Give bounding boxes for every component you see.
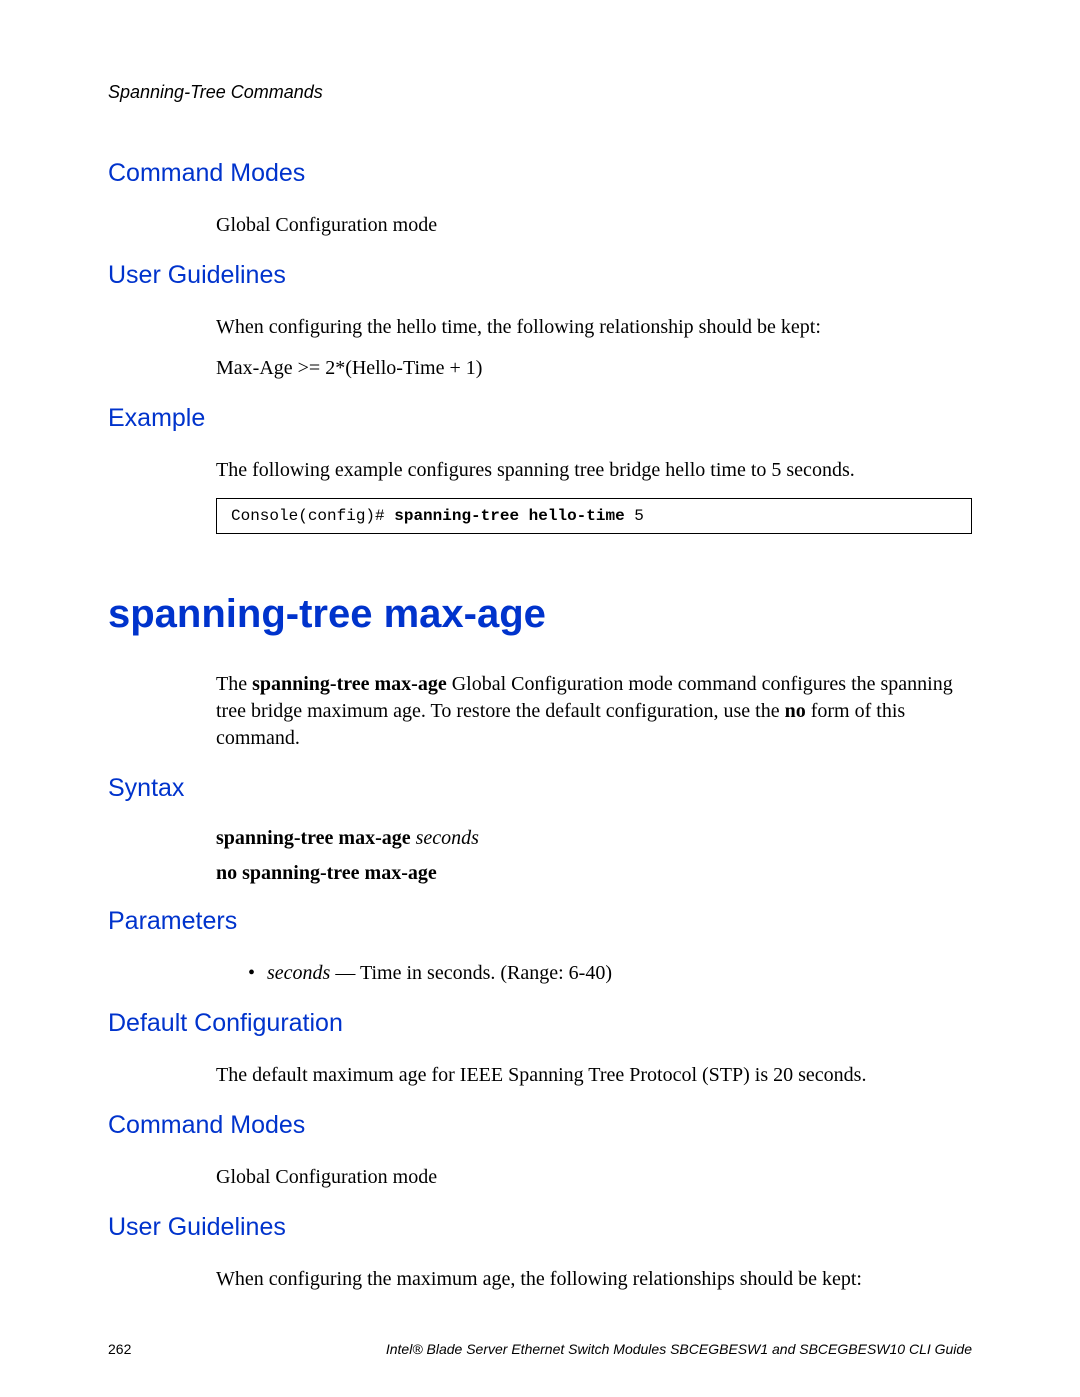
text-formula-1: Max-Age >= 2*(Hello-Time + 1) — [216, 355, 972, 382]
footer-page-number: 262 — [108, 1341, 131, 1357]
parameter-text: seconds — Time in seconds. (Range: 6-40) — [267, 960, 612, 987]
text-command-modes-2: Global Configuration mode — [216, 1164, 972, 1191]
heading-command-modes-2: Command Modes — [108, 1111, 972, 1140]
heading-user-guidelines-2: User Guidelines — [108, 1213, 972, 1242]
code-example-box: Console(config)# spanning-tree hello-tim… — [216, 498, 972, 534]
parameter-desc: — Time in seconds. (Range: 6-40) — [330, 962, 612, 984]
heading-syntax: Syntax — [108, 774, 972, 803]
running-header: Spanning-Tree Commands — [108, 82, 972, 103]
syntax-line-1: spanning-tree max-age seconds — [216, 827, 972, 850]
text-command-modes-1: Global Configuration mode — [216, 212, 972, 239]
text-user-guidelines-1: When configuring the hello time, the fol… — [216, 314, 972, 341]
syntax-italic-1: seconds — [416, 827, 479, 849]
syntax-line-2: no spanning-tree max-age — [216, 862, 972, 885]
parameter-name: seconds — [267, 962, 330, 984]
text-example: The following example configures spannin… — [216, 457, 972, 484]
command-title: spanning-tree max-age — [108, 592, 972, 637]
heading-command-modes-1: Command Modes — [108, 159, 972, 188]
text-user-guidelines-2: When configuring the maximum age, the fo… — [216, 1266, 972, 1293]
heading-parameters: Parameters — [108, 907, 972, 936]
bullet-icon: • — [248, 960, 255, 987]
intro-paragraph: The spanning-tree max-age Global Configu… — [216, 671, 972, 752]
parameter-item: • seconds — Time in seconds. (Range: 6-4… — [248, 960, 972, 987]
heading-default-config: Default Configuration — [108, 1009, 972, 1038]
footer-doc-title: Intel® Blade Server Ethernet Switch Modu… — [386, 1341, 972, 1357]
heading-user-guidelines-1: User Guidelines — [108, 261, 972, 290]
text-default-config: The default maximum age for IEEE Spannin… — [216, 1062, 972, 1089]
syntax-bold-1: spanning-tree max-age — [216, 827, 416, 849]
intro-part1: The — [216, 673, 252, 695]
heading-example: Example — [108, 404, 972, 433]
intro-bold1: spanning-tree max-age — [252, 673, 447, 695]
parameter-list: • seconds — Time in seconds. (Range: 6-4… — [248, 960, 972, 987]
intro-bold2: no — [785, 700, 806, 722]
document-page: Spanning-Tree Commands Command Modes Glo… — [0, 0, 1080, 1397]
code-arg: 5 — [625, 507, 644, 525]
page-footer: 262 Intel® Blade Server Ethernet Switch … — [108, 1341, 972, 1357]
code-prompt: Console(config)# — [231, 507, 394, 525]
code-command: spanning-tree hello-time — [394, 507, 624, 525]
